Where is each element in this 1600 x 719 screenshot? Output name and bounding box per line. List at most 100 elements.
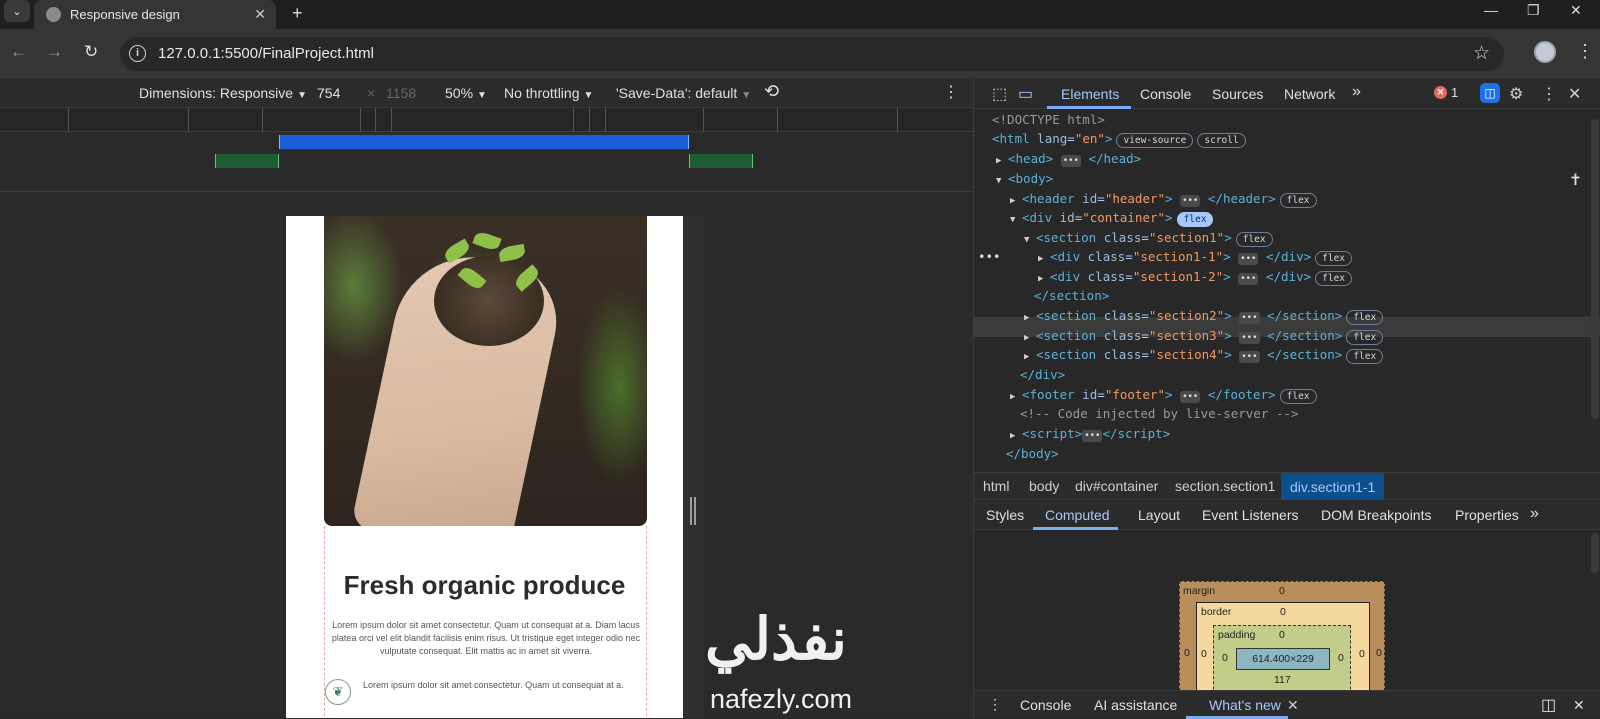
dom-section3[interactable]: ▶ <section class="section3"> ••• </sectio…	[1024, 326, 1384, 346]
row-marker-dots[interactable]: •••	[978, 247, 1001, 267]
zoom-dropdown[interactable]: 50% ▼	[445, 85, 487, 101]
title-bar: ⌄ Responsive design ✕ + — ❐ ✕	[0, 0, 1600, 29]
watermark-logo-arabic: نفذلي	[705, 607, 847, 672]
dom-section4[interactable]: ▶ <section class="section4"> ••• </sectio…	[1024, 345, 1384, 365]
tab-title: Responsive design	[70, 7, 180, 22]
close-window-icon[interactable]: ✕	[1570, 2, 1582, 19]
dom-footer[interactable]: ▶ <footer id="footer"> ••• </footer> flex	[1010, 385, 1317, 405]
drawer-menu-icon[interactable]: ⋮	[988, 696, 1002, 713]
border-right-value[interactable]: 0	[1359, 648, 1365, 660]
dom-html[interactable]: <html lang="en"> view-source scroll	[992, 129, 1246, 149]
margin-right-value[interactable]: 0	[1376, 647, 1382, 659]
accessibility-icon[interactable]: ✝	[1570, 169, 1581, 190]
box-model-content[interactable]: 614.400×229	[1236, 648, 1330, 670]
devtools-menu-icon[interactable]: ⋮	[1541, 84, 1557, 104]
site-info-icon[interactable]: i	[129, 45, 146, 62]
dock-side-icon[interactable]: ◫	[1541, 695, 1556, 715]
drawer-tab-console[interactable]: Console	[1020, 697, 1071, 713]
subtab-event-listeners[interactable]: Event Listeners	[1202, 507, 1299, 523]
bottom-value[interactable]: 117	[1274, 674, 1291, 686]
dom-header[interactable]: ▶ <header id="header"> ••• </header> flex	[1010, 189, 1317, 209]
save-data-dropdown[interactable]: 'Save-Data': default ▼	[616, 85, 751, 101]
more-tabs-icon[interactable]: »	[1352, 83, 1361, 101]
margin-left-value[interactable]: 0	[1184, 647, 1190, 659]
forward-icon[interactable]: →	[46, 42, 63, 62]
dom-scrollbar[interactable]	[1591, 119, 1599, 419]
subtab-styles[interactable]: Styles	[986, 507, 1024, 523]
ai-assistant-icon[interactable]: ◫	[1480, 83, 1500, 103]
device-toolbar-menu-icon[interactable]: ⋮	[943, 82, 959, 102]
throttling-dropdown[interactable]: No throttling ▼	[504, 85, 593, 101]
drawer-tab-whats-new[interactable]: What's new	[1209, 697, 1281, 713]
device-toggle-icon[interactable]: ▭	[1018, 84, 1033, 104]
border-top-value[interactable]: 0	[1280, 606, 1286, 618]
dom-doctype[interactable]: <!DOCTYPE html>	[992, 110, 1105, 130]
close-tab-icon[interactable]: ✕	[254, 6, 266, 23]
inspect-element-icon[interactable]: ⬚	[992, 84, 1007, 104]
dom-div-close[interactable]: </div>	[1020, 365, 1065, 385]
dom-section1[interactable]: ▼ <section class="section1"> flex	[1024, 228, 1273, 248]
dom-comment[interactable]: <!-- Code injected by live-server -->	[1020, 404, 1298, 424]
dom-head[interactable]: ▶ <head> ••• </head>	[996, 149, 1141, 169]
dom-section1-1[interactable]: ▶ <div class="section1-1"> ••• </div> flex	[1038, 247, 1353, 267]
browser-tab[interactable]: Responsive design ✕	[34, 0, 276, 29]
subtab-computed[interactable]: Computed	[1045, 507, 1110, 523]
url-text[interactable]: 127.0.0.1:5500/FinalProject.html	[158, 45, 374, 62]
dom-body[interactable]: ▼ <body>	[996, 169, 1053, 189]
dom-body-close[interactable]: </body>	[1006, 444, 1059, 464]
min-width-media-query-bar-right[interactable]	[689, 154, 753, 168]
max-width-media-query-bar[interactable]	[279, 135, 689, 149]
tab-console[interactable]: Console	[1140, 86, 1191, 102]
padding-left-value[interactable]: 0	[1222, 652, 1228, 664]
breadcrumb-body[interactable]: body	[1029, 478, 1059, 494]
dom-section1-2[interactable]: ▶ <div class="section1-2"> ••• </div> flex	[1038, 267, 1353, 287]
breadcrumb-section1[interactable]: section.section1	[1175, 478, 1275, 494]
dom-section1-close[interactable]: </section>	[1034, 286, 1109, 306]
breadcrumb-html[interactable]: html	[983, 478, 1009, 494]
reload-icon[interactable]: ↻	[84, 42, 98, 62]
tab-search-button[interactable]: ⌄	[4, 0, 30, 22]
more-subtabs-icon[interactable]: »	[1530, 505, 1539, 523]
border-left-value[interactable]: 0	[1201, 648, 1207, 660]
padding-top-value[interactable]: 0	[1279, 629, 1285, 641]
drawer-tab-ai-assistance[interactable]: AI assistance	[1094, 697, 1177, 713]
settings-gear-icon[interactable]: ⚙	[1509, 84, 1523, 104]
tab-elements[interactable]: Elements	[1061, 86, 1119, 102]
rotate-icon[interactable]: ⟲	[764, 81, 779, 102]
dom-section2[interactable]: ▶ <section class="section2"> ••• </sectio…	[1024, 306, 1384, 326]
tab-network[interactable]: Network	[1284, 86, 1335, 102]
breadcrumb-section1-1[interactable]: div.section1-1	[1281, 473, 1385, 501]
margin-top-value[interactable]: 0	[1279, 585, 1285, 597]
border-label: border	[1201, 606, 1232, 618]
devtools-panel: ⬚ ▭ Elements Console Sources Network » ✕…	[973, 78, 1600, 719]
profile-avatar[interactable]	[1534, 41, 1556, 63]
bookmark-star-icon[interactable]: ☆	[1473, 42, 1490, 65]
browser-menu-icon[interactable]: ⋮	[1576, 41, 1594, 62]
min-width-media-query-bar-left[interactable]	[215, 154, 279, 168]
close-drawer-icon[interactable]: ✕	[1573, 697, 1585, 714]
address-bar[interactable]: i 127.0.0.1:5500/FinalProject.html ☆	[120, 37, 1504, 71]
dimensions-dropdown[interactable]: Dimensions: Responsive ▼	[139, 85, 307, 101]
minimize-icon[interactable]: —	[1484, 2, 1498, 18]
height-input[interactable]: 1158	[386, 85, 416, 101]
subtab-properties[interactable]: Properties	[1455, 507, 1519, 523]
new-tab-button[interactable]: +	[292, 3, 303, 24]
tab-sources[interactable]: Sources	[1212, 86, 1263, 102]
back-icon[interactable]: ←	[10, 42, 27, 62]
devtools-drawer-tabs: ⋮ Console AI assistance What's new ✕ ◫ ✕	[974, 690, 1600, 719]
restore-icon[interactable]: ❐	[1527, 2, 1540, 19]
error-count[interactable]: 1	[1451, 85, 1458, 100]
padding-right-value[interactable]: 0	[1338, 652, 1344, 664]
dom-div-container[interactable]: ▼ <div id="container"> flex	[1010, 208, 1214, 228]
close-whats-new-icon[interactable]: ✕	[1287, 697, 1299, 714]
error-icon[interactable]: ✕	[1434, 86, 1447, 99]
viewport-resize-handle[interactable]	[690, 497, 698, 525]
subtab-layout[interactable]: Layout	[1138, 507, 1180, 523]
close-devtools-icon[interactable]: ✕	[1568, 84, 1581, 104]
dom-script[interactable]: ▶ <script> ••• </script>	[1010, 424, 1170, 444]
subtab-dom-breakpoints[interactable]: DOM Breakpoints	[1321, 507, 1431, 523]
breadcrumb-container[interactable]: div#container	[1075, 478, 1158, 494]
computed-scrollbar[interactable]	[1591, 533, 1599, 573]
dom-tree: ••• <!DOCTYPE html> <html lang="en"> view…	[974, 109, 1600, 472]
width-input[interactable]: 754	[317, 85, 340, 101]
